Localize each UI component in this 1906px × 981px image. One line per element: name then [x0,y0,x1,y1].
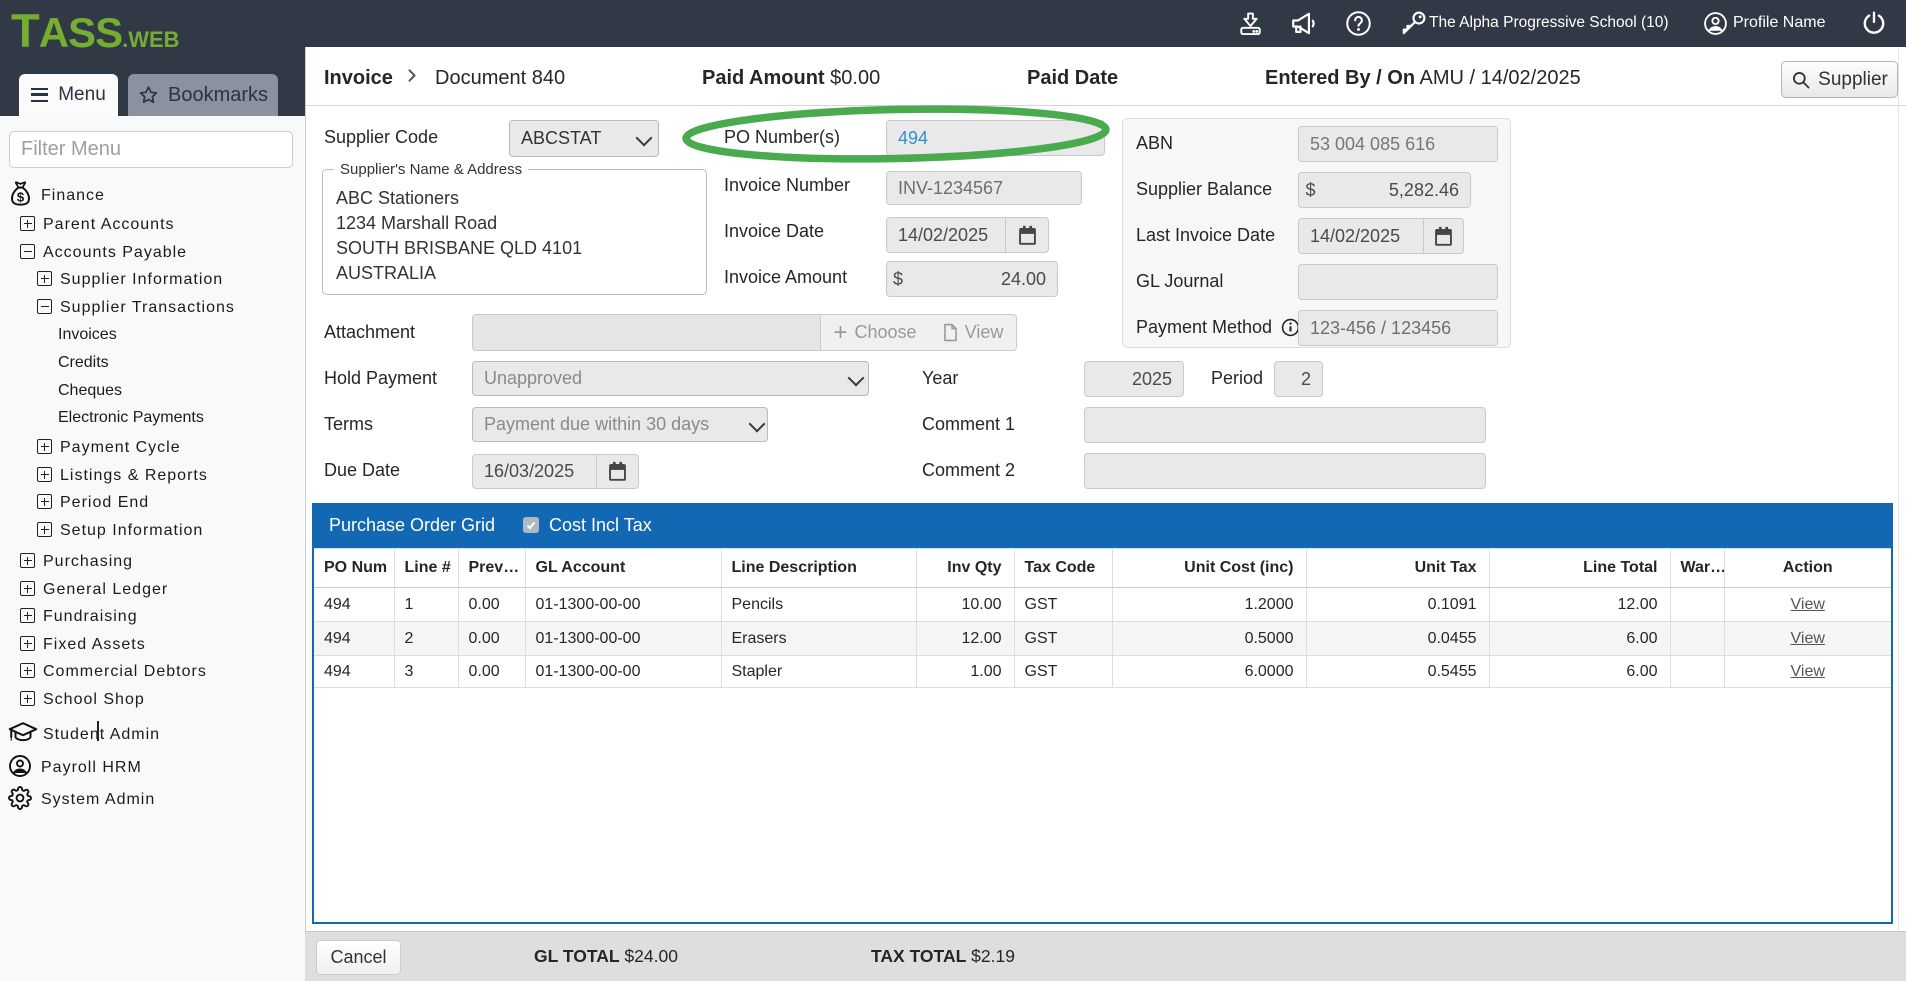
svg-text:$: $ [17,190,25,205]
